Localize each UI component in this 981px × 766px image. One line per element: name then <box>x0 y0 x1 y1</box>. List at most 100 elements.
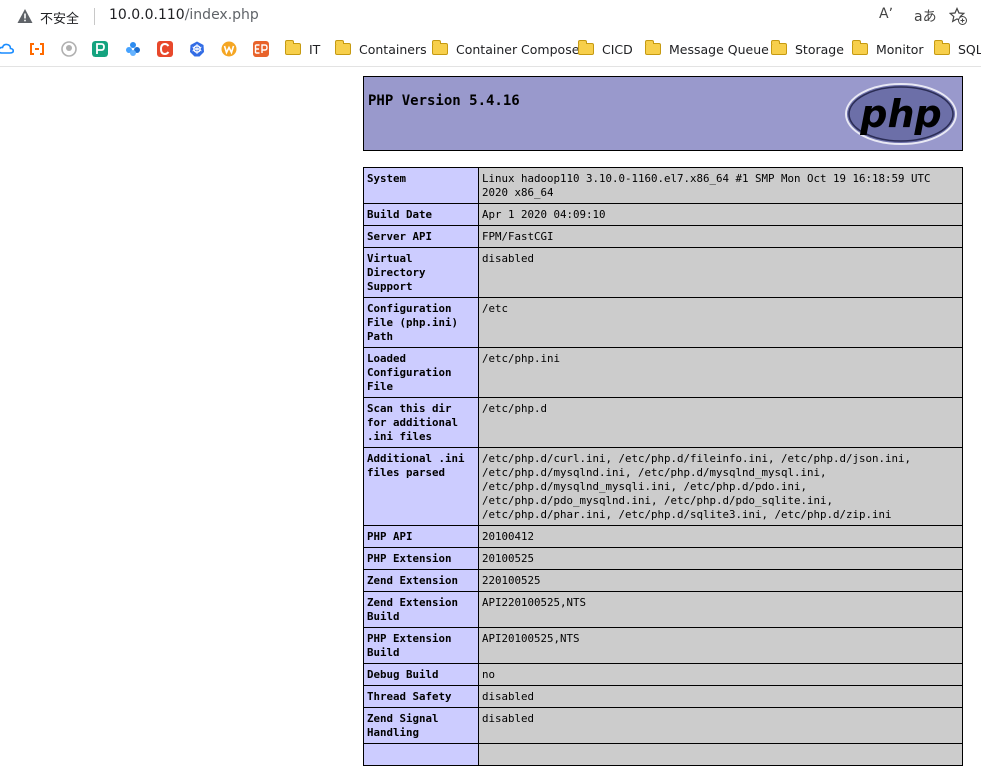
row-key: PHP Extension <box>363 547 479 570</box>
row-key: Loaded Configuration File <box>363 347 479 398</box>
row-value: disabled <box>478 247 963 298</box>
table-row: Configuration File (php.ini) Path/etc <box>363 297 963 348</box>
folder-icon <box>770 40 787 55</box>
bookmark-folder-label: CICD <box>602 41 633 57</box>
row-value: Apr 1 2020 04:09:10 <box>478 203 963 226</box>
row-key: Configuration File (php.ini) Path <box>363 297 479 348</box>
row-key: Scan this dir for additional .ini files <box>363 397 479 448</box>
bookmark-folder-storage[interactable]: Storage <box>770 39 844 59</box>
security-status-label[interactable]: 不安全 <box>40 8 79 27</box>
address-bar[interactable]: 不安全 10.0.0.110/index.php Aʼ aあ <box>0 0 981 33</box>
bookmark-folder-container-compose[interactable]: Container Compose <box>431 39 580 59</box>
bookmark-folder-it[interactable]: IT <box>284 39 321 59</box>
url-host: 10.0.0.110 <box>109 7 185 23</box>
c-app-icon[interactable] <box>157 41 173 57</box>
flower-app-icon[interactable] <box>125 41 141 57</box>
bookmark-folder-sql[interactable]: SQL <box>933 39 981 59</box>
php-logo[interactable]: php <box>845 83 957 145</box>
p-app-icon[interactable] <box>92 41 108 57</box>
row-key: Zend Extension <box>363 569 479 592</box>
table-row: PHP Extension 20100525 <box>363 547 963 570</box>
bookmarks-bar: IT Containers Container Compose CICD Mes… <box>0 33 981 67</box>
warning-icon[interactable] <box>17 8 33 24</box>
table-row: PHP Extension Build API20100525,NTS <box>363 627 963 664</box>
phpinfo-table: System Linux hadoop110 3.10.0-1160.el7.x8… <box>363 167 963 766</box>
row-key: Virtual Directory Support <box>363 247 479 298</box>
row-value: no <box>478 663 963 686</box>
ep-app-icon[interactable] <box>253 41 269 57</box>
translate-icon[interactable]: aあ <box>914 6 937 26</box>
bookmark-folder-message-queue[interactable]: Message Queue <box>644 39 769 59</box>
row-value <box>478 743 963 766</box>
row-key <box>363 743 479 766</box>
bookmark-folder-cicd[interactable]: CICD <box>577 39 633 59</box>
row-value: 20100525 <box>478 547 963 570</box>
folder-icon <box>431 40 448 55</box>
w-app-icon[interactable] <box>221 41 237 57</box>
row-value: /etc/php.d/curl.ini, /etc/php.d/fileinfo… <box>478 447 963 526</box>
folder-icon <box>933 40 950 55</box>
row-value: disabled <box>478 685 963 708</box>
row-value: 20100412 <box>478 525 963 548</box>
row-key: Build Date <box>363 203 479 226</box>
table-row: Debug Build no <box>363 663 963 686</box>
row-key: Additional .ini files parsed <box>363 447 479 526</box>
bookmark-folder-label: Message Queue <box>669 41 769 57</box>
table-row: Thread Safety disabled <box>363 685 963 708</box>
address-divider <box>94 8 95 25</box>
table-row: Virtual Directory Support disabled <box>363 247 963 298</box>
url-field[interactable]: 10.0.0.110/index.php <box>109 7 259 23</box>
table-row: System Linux hadoop110 3.10.0-1160.el7.x8… <box>363 167 963 204</box>
row-value: disabled <box>478 707 963 744</box>
bookmark-folder-label: Storage <box>795 41 844 57</box>
table-row: Build Date Apr 1 2020 04:09:10 <box>363 203 963 226</box>
php-logo-text: php <box>859 92 941 136</box>
folder-icon <box>644 40 661 55</box>
folder-icon <box>334 40 351 55</box>
row-value: 220100525 <box>478 569 963 592</box>
row-key: Debug Build <box>363 663 479 686</box>
github-icon[interactable] <box>61 41 77 57</box>
table-row: Zend Signal Handling disabled <box>363 707 963 744</box>
folder-icon <box>284 40 301 55</box>
row-value: API220100525,NTS <box>478 591 963 628</box>
add-favorite-icon[interactable] <box>949 7 967 25</box>
table-row: Zend Extension Build API220100525,NTS <box>363 591 963 628</box>
row-value: /etc/php.d <box>478 397 963 448</box>
table-row: Zend Extension 220100525 <box>363 569 963 592</box>
read-aloud-icon[interactable]: Aʼ <box>879 6 893 22</box>
row-key: Server API <box>363 225 479 248</box>
row-key: Zend Extension Build <box>363 591 479 628</box>
url-path: /index.php <box>184 7 259 23</box>
row-key: PHP API <box>363 525 479 548</box>
folder-icon <box>851 40 868 55</box>
row-value: Linux hadoop110 3.10.0-1160.el7.x86_64 #… <box>478 167 963 204</box>
bookmark-folder-label: Container Compose <box>456 41 580 57</box>
bookmark-folder-label: Monitor <box>876 41 924 57</box>
phpinfo-header: PHP Version 5.4.16 php <box>363 76 963 151</box>
table-row: Scan this dir for additional .ini files /… <box>363 397 963 448</box>
php-version-title: PHP Version 5.4.16 <box>368 93 520 109</box>
kubernetes-icon[interactable] <box>189 41 205 57</box>
bookmark-folder-label: IT <box>309 41 321 57</box>
table-row: PHP API 20100412 <box>363 525 963 548</box>
table-row <box>363 743 963 766</box>
row-value: /etc/php.ini <box>478 347 963 398</box>
row-value: FPM/FastCGI <box>478 225 963 248</box>
folder-icon <box>577 40 594 55</box>
bookmark-folder-containers[interactable]: Containers <box>334 39 427 59</box>
bookmark-folder-label: Containers <box>359 41 427 57</box>
code-bracket-icon[interactable] <box>29 41 45 57</box>
bookmark-folder-monitor[interactable]: Monitor <box>851 39 924 59</box>
row-value: API20100525,NTS <box>478 627 963 664</box>
table-row: Additional .ini files parsed/etc/php.d/c… <box>363 447 963 526</box>
row-key: System <box>363 167 479 204</box>
bookmark-folder-label: SQL <box>958 41 981 57</box>
row-key: Thread Safety <box>363 685 479 708</box>
row-value: /etc <box>478 297 963 348</box>
table-row: Server API FPM/FastCGI <box>363 225 963 248</box>
row-key: PHP Extension Build <box>363 627 479 664</box>
cloud-icon[interactable] <box>0 41 14 57</box>
row-key: Zend Signal Handling <box>363 707 479 744</box>
table-row: Loaded Configuration File/etc/php.ini <box>363 347 963 398</box>
